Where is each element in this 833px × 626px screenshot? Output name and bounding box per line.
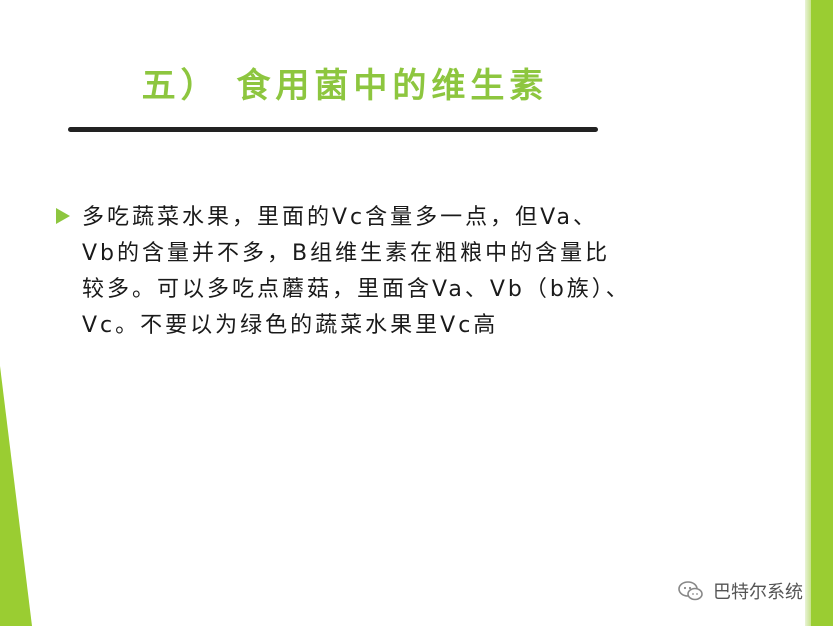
bullet-arrow-icon (56, 208, 70, 224)
slide-title: 五） 食用菌中的维生素 (141, 66, 549, 106)
watermark-text: 巴特尔系统 (713, 582, 803, 603)
watermark: 巴特尔系统 (677, 578, 803, 604)
right-accent-bar (811, 0, 833, 626)
wechat-icon (678, 581, 703, 601)
title-underline (68, 127, 598, 132)
left-accent-wedge (0, 366, 32, 626)
bullet-text: 多吃蔬菜水果，里面的Vc含量多一点，但Va、 Vb的含量并不多，B组维生素在粗粮… (82, 205, 631, 338)
slide: 五） 食用菌中的维生素 多吃蔬菜水果，里面的Vc含量多一点，但Va、 Vb的含量… (0, 0, 833, 626)
